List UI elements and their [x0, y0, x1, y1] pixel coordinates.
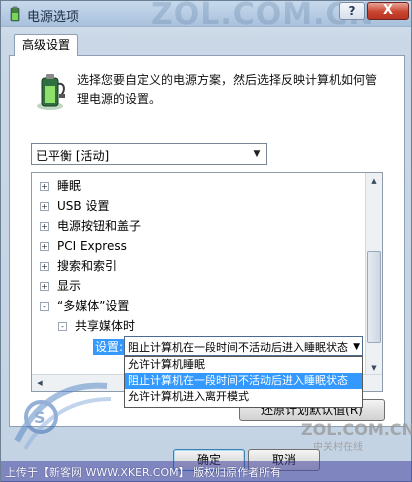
title-bar[interactable]: 电源选项 ZOL.COM.CN ? X [1, 0, 411, 32]
tree-item-usb[interactable]: + USB 设置 [40, 197, 109, 215]
tree-item-power-buttons[interactable]: + 电源按钮和盖子 [40, 217, 141, 235]
tree-item-label: PCI Express [57, 239, 127, 253]
close-button[interactable]: X [367, 2, 409, 20]
expand-icon[interactable]: + [40, 282, 49, 291]
vertical-scrollbar[interactable]: ▲ ▼ [365, 173, 382, 376]
watermark-logo-icon: S [14, 382, 112, 451]
tree-item-sharing-media[interactable]: - 共享媒体时 [58, 317, 135, 335]
tree-item-display[interactable]: + 显示 [40, 277, 81, 295]
tree-item-label: 睡眠 [57, 179, 82, 193]
setting-dropdown-list[interactable]: 允许计算机睡眠 阻止计算机在一段时间不活动后进入睡眠状态 允许计算机进入离开模式 [124, 356, 363, 408]
power-options-window: 电源选项 ZOL.COM.CN ? X 高级设置 选择您要自定义的电源方案，然后… [0, 0, 412, 482]
power-options-icon [10, 6, 20, 22]
scroll-thumb[interactable] [367, 251, 381, 343]
tree-item-pci-express[interactable]: + PCI Express [40, 237, 127, 255]
power-plan-select[interactable]: 已平衡 [活动] ▼ [31, 143, 267, 165]
bottom-watermark-text: 上传于【新客网 WWW.XKER.COM】 版权归原作者所有 [5, 466, 282, 479]
expand-icon[interactable]: + [40, 202, 49, 211]
tree-item-label: 显示 [57, 279, 82, 293]
tree-item-sleep[interactable]: + 睡眠 [40, 177, 81, 195]
battery-icon [37, 74, 65, 110]
tree-item-label: “多媒体”设置 [57, 299, 130, 313]
expand-icon[interactable]: + [40, 182, 49, 191]
scroll-up-icon[interactable]: ▲ [366, 173, 382, 189]
tab-advanced-settings[interactable]: 高级设置 [14, 34, 78, 56]
collapse-icon[interactable]: - [58, 322, 67, 331]
dropdown-option[interactable]: 允许计算机睡眠 [125, 357, 362, 373]
dropdown-option-selected[interactable]: 阻止计算机在一段时间不活动后进入睡眠状态 [125, 373, 362, 389]
tree-item-label: USB 设置 [57, 199, 110, 213]
collapse-icon[interactable]: - [40, 302, 49, 311]
expand-icon[interactable]: + [40, 242, 49, 251]
chevron-down-icon: ▼ [353, 342, 360, 352]
setting-select-value: 阻止计算机在一段时间不活动后进入睡眠状态 [128, 341, 348, 354]
window-title: 电源选项 [27, 10, 80, 25]
tree-item-label: 电源按钮和盖子 [57, 219, 142, 233]
tree-item-search-indexing[interactable]: + 搜索和索引 [40, 257, 117, 275]
tree-item-multimedia[interactable]: - “多媒体”设置 [40, 297, 129, 315]
watermark-zol-sub: 中关村在线 [313, 442, 363, 453]
tree-item-label: 搜索和索引 [57, 259, 118, 273]
description-text: 选择您要自定义的电源方案，然后选择反映计算机如何管理电源的设置。 [77, 73, 378, 106]
expand-icon[interactable]: + [40, 222, 49, 231]
expand-icon[interactable]: + [40, 262, 49, 271]
watermark-zol: ZOL.COM.CN [301, 420, 412, 439]
svg-text:S: S [34, 408, 46, 427]
setting-label: 设置: [93, 339, 125, 355]
setting-select[interactable]: 阻止计算机在一段时间不活动后进入睡眠状态 ▼ [124, 336, 363, 356]
help-button[interactable]: ? [339, 2, 365, 20]
power-plan-value: 已平衡 [活动] [36, 149, 110, 163]
tree-item-label: 共享媒体时 [75, 319, 136, 333]
dropdown-option[interactable]: 允许计算机进入离开模式 [125, 389, 362, 405]
chevron-down-icon: ▼ [253, 149, 261, 159]
